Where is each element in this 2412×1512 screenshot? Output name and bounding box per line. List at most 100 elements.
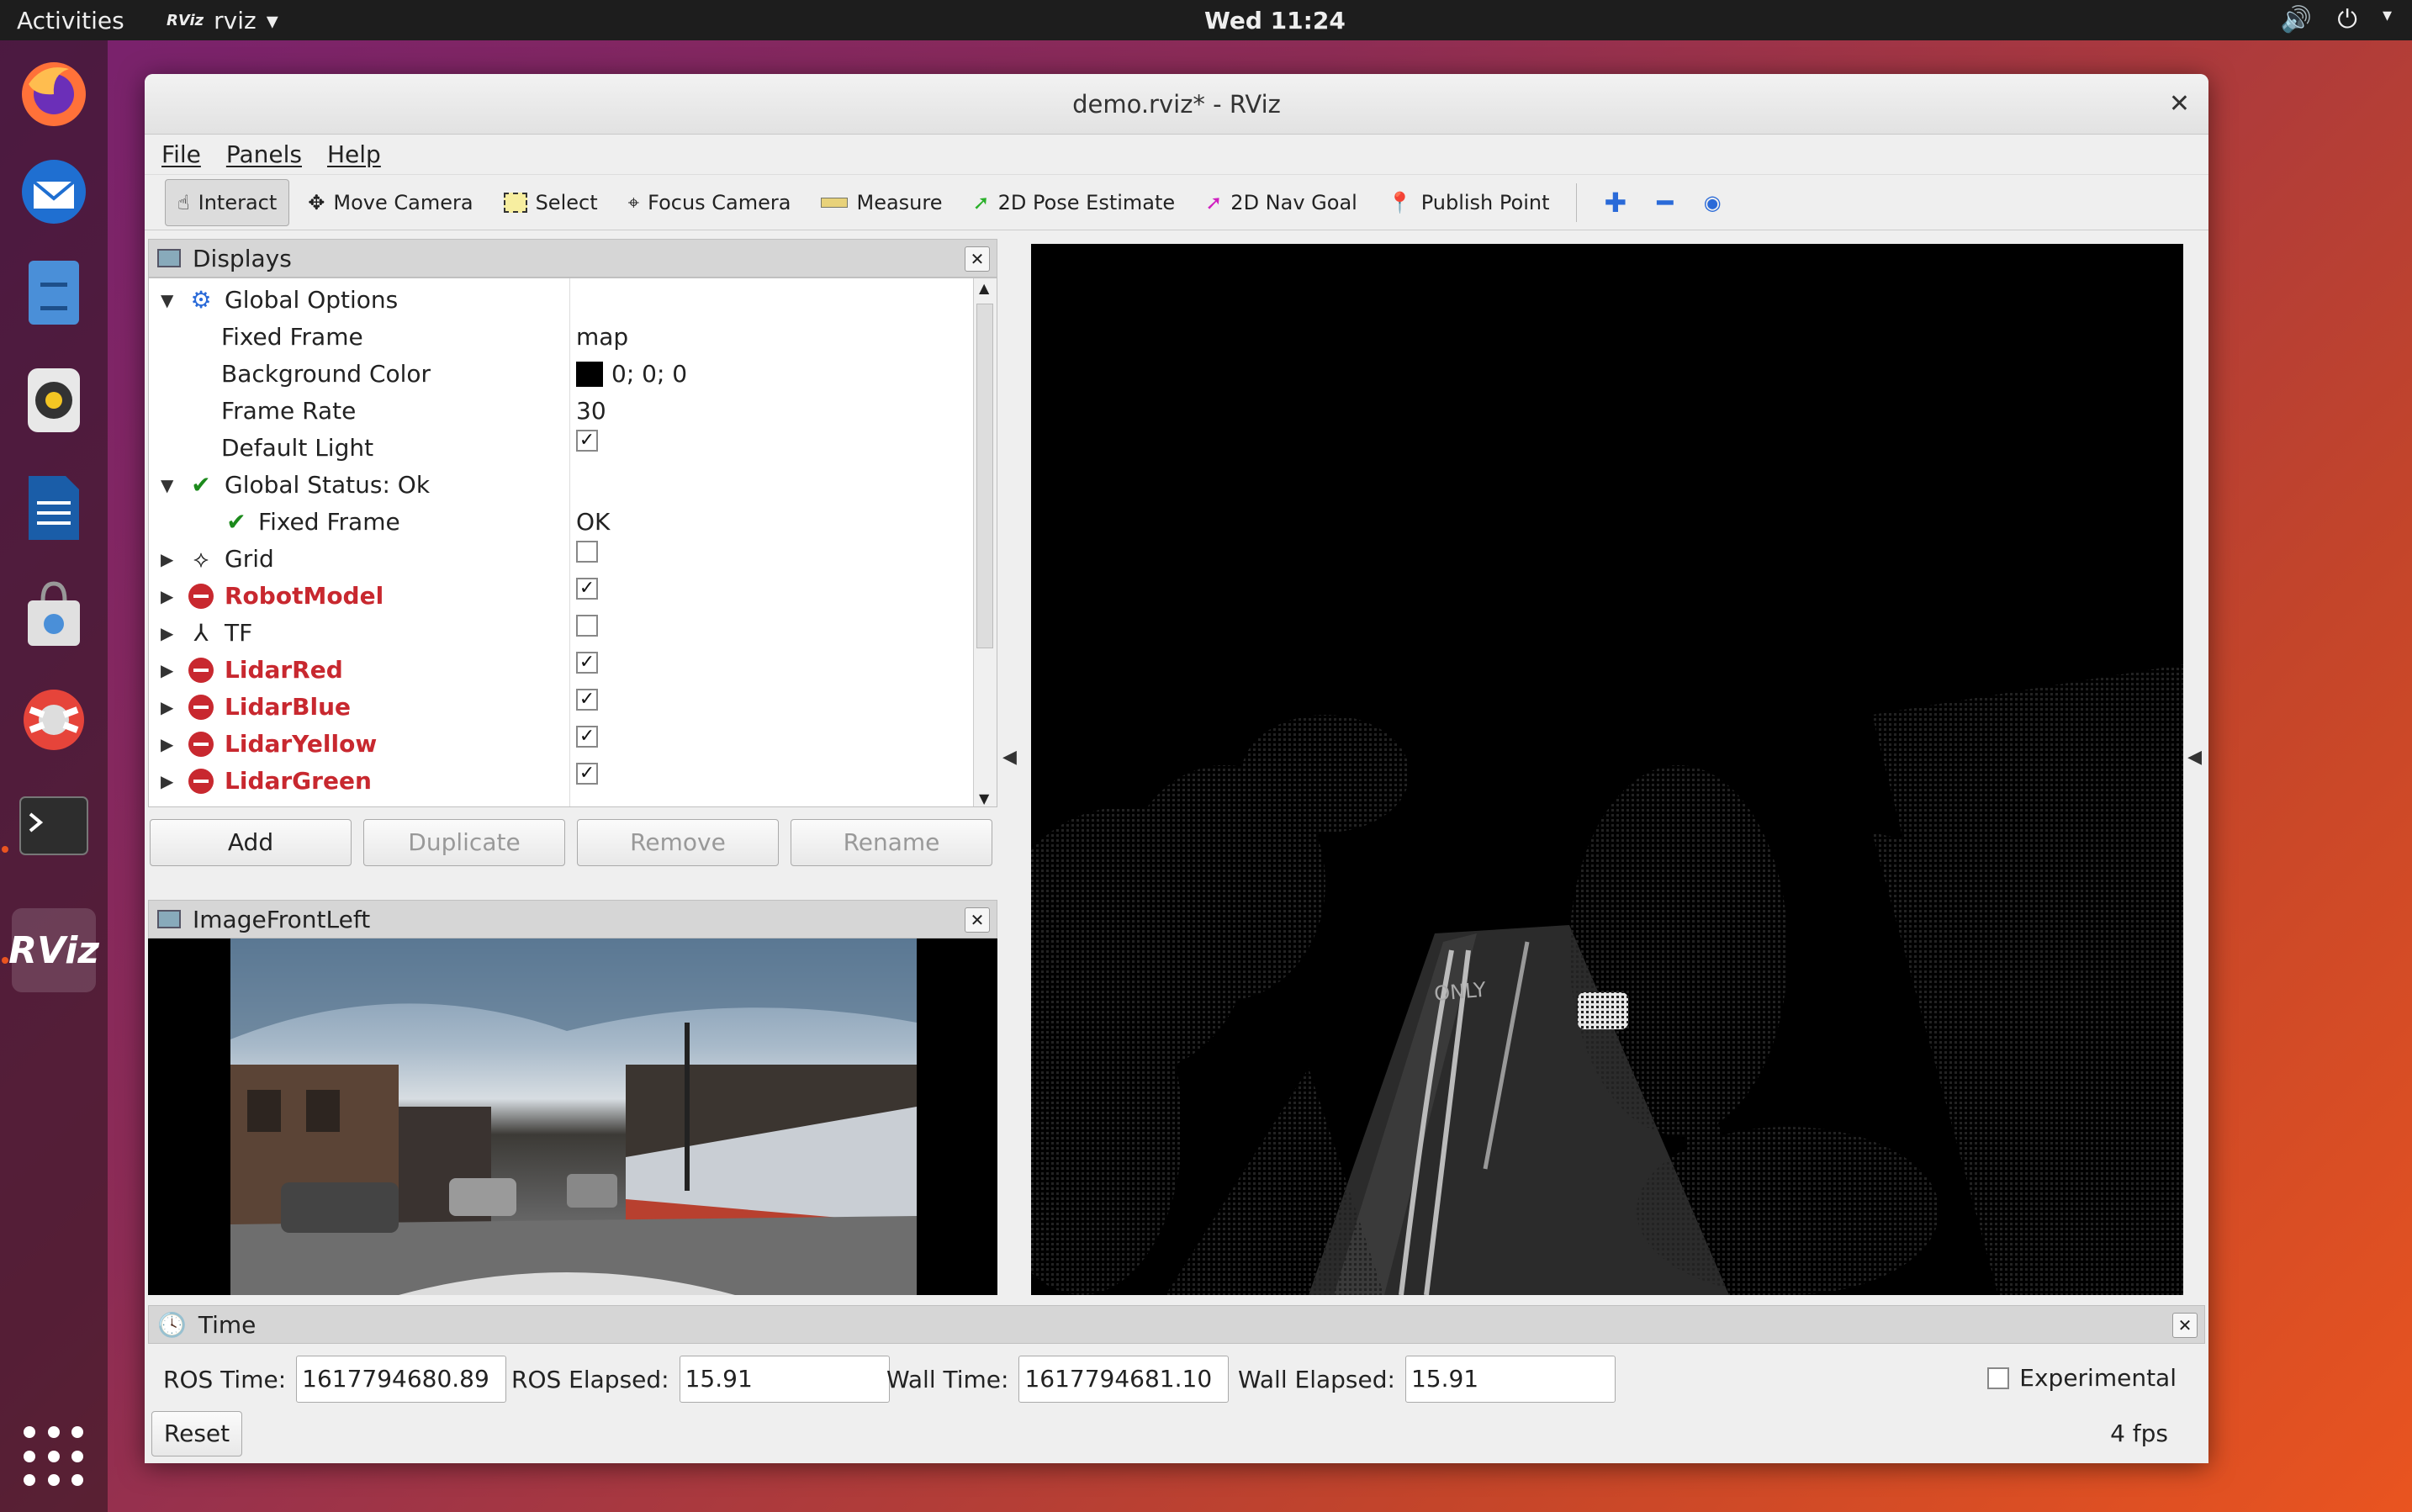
scroll-thumb[interactable] bbox=[976, 304, 993, 648]
expand-arrow-icon[interactable]: ▶ bbox=[161, 541, 173, 578]
files-icon[interactable] bbox=[12, 251, 96, 335]
displays-panel: Displays ✕ ▼ ⚙ Global Options Fixed Fram… bbox=[148, 239, 997, 895]
app-menu[interactable]: RViz rviz ▾ bbox=[167, 7, 278, 34]
expand-arrow-icon[interactable]: ▶ bbox=[161, 726, 173, 763]
expand-arrow-icon[interactable]: ▶ bbox=[161, 763, 173, 800]
power-icon[interactable]: ⏻ bbox=[2337, 5, 2357, 34]
tree-row-lidar-green[interactable]: ▶ LidarGreen ✓ bbox=[149, 763, 973, 800]
tree-scrollbar[interactable]: ▲ ▼ bbox=[973, 278, 997, 806]
move-camera-tool[interactable]: ✥ Move Camera bbox=[296, 179, 484, 226]
tree-row-lidar-yellow[interactable]: ▶ LidarYellow ✓ bbox=[149, 726, 973, 763]
tree-row-lidar-red[interactable]: ▶ LidarRed ✓ bbox=[149, 652, 973, 689]
publish-point-tool[interactable]: 📍 Publish Point bbox=[1376, 179, 1562, 226]
chevron-down-icon[interactable]: ▾ bbox=[2383, 5, 2392, 34]
background-color-value[interactable]: 0; 0; 0 bbox=[576, 356, 687, 393]
global-status-label: Global Status: Ok bbox=[225, 471, 431, 499]
expand-arrow-icon[interactable]: ▶ bbox=[161, 689, 173, 726]
tree-row-tf[interactable]: ▶ ⅄ TF bbox=[149, 615, 973, 652]
clock-icon: 🕓 bbox=[157, 1310, 187, 1339]
nav-goal-tool[interactable]: ➚ 2D Nav Goal bbox=[1193, 179, 1369, 226]
pose-estimate-tool[interactable]: ➚ 2D Pose Estimate bbox=[960, 179, 1187, 226]
menu-file[interactable]: File bbox=[161, 140, 201, 168]
duplicate-button[interactable]: Duplicate bbox=[363, 819, 565, 866]
tree-row-frame-rate[interactable]: Frame Rate 30 bbox=[149, 393, 973, 430]
experimental-label: Experimental bbox=[2019, 1364, 2177, 1392]
select-tool[interactable]: Select bbox=[492, 179, 610, 226]
help-icon[interactable] bbox=[12, 678, 96, 762]
tree-row-lidar-blue[interactable]: ▶ LidarBlue ✓ bbox=[149, 689, 973, 726]
tree-row-default-light[interactable]: Default Light ✓ bbox=[149, 430, 973, 467]
tree-row-robot-model[interactable]: ▶ RobotModel ✓ bbox=[149, 578, 973, 615]
reset-button[interactable]: Reset bbox=[151, 1411, 242, 1456]
show-applications-icon[interactable] bbox=[24, 1426, 84, 1487]
running-indicator bbox=[2, 957, 8, 964]
remove-tool-button[interactable]: ━ bbox=[1645, 179, 1685, 226]
lidar-blue-checkbox[interactable]: ✓ bbox=[576, 689, 598, 711]
close-icon[interactable]: ✕ bbox=[965, 246, 990, 272]
focus-camera-tool[interactable]: ⌖ Focus Camera bbox=[616, 179, 803, 226]
thunderbird-icon[interactable] bbox=[12, 150, 96, 234]
terminal-icon[interactable] bbox=[12, 784, 96, 868]
collapse-right-icon[interactable]: ◀ bbox=[2187, 747, 2202, 768]
rename-button[interactable]: Rename bbox=[791, 819, 992, 866]
camera-image-view bbox=[148, 938, 997, 1295]
tree-row-grid[interactable]: ▶ ⟡ Grid bbox=[149, 541, 973, 578]
scroll-down-icon[interactable]: ▼ bbox=[979, 790, 989, 806]
ros-time-label: ROS Time: bbox=[163, 1365, 287, 1393]
collapse-left-icon[interactable]: ◀ bbox=[1002, 747, 1017, 768]
close-icon[interactable]: ✕ bbox=[2172, 1313, 2198, 1338]
rhythmbox-icon[interactable] bbox=[12, 358, 96, 442]
image-panel-header: ImageFrontLeft ✕ bbox=[148, 900, 997, 938]
remove-button[interactable]: Remove bbox=[577, 819, 779, 866]
frame-rate-value[interactable]: 30 bbox=[576, 393, 606, 430]
interact-tool[interactable]: ☝ Interact bbox=[165, 178, 290, 226]
tree-row-fixed-frame[interactable]: Fixed Frame map bbox=[149, 319, 973, 356]
wall-time-input[interactable]: 1617794681.10 bbox=[1018, 1356, 1230, 1403]
menu-panels[interactable]: Panels bbox=[226, 140, 302, 168]
rviz-icon[interactable]: RViz bbox=[8, 908, 99, 992]
background-color-label: Background Color bbox=[221, 360, 431, 388]
menu-help[interactable]: Help bbox=[327, 140, 381, 168]
ros-elapsed-input[interactable]: 15.91 bbox=[679, 1356, 890, 1403]
tree-row-global-options[interactable]: ▼ ⚙ Global Options bbox=[149, 282, 973, 319]
top-bar: Activities RViz rviz ▾ Wed 11:24 🔊 ⏻ ▾ bbox=[0, 0, 2412, 40]
close-icon[interactable]: ✕ bbox=[2169, 74, 2190, 135]
expand-arrow-icon[interactable]: ▶ bbox=[161, 615, 173, 652]
tree-row-status-fixed-frame[interactable]: ✔ Fixed Frame OK bbox=[149, 504, 973, 541]
firefox-icon[interactable] bbox=[12, 52, 96, 136]
system-tray[interactable]: 🔊 ⏻ ▾ bbox=[2281, 5, 2392, 34]
volume-icon[interactable]: 🔊 bbox=[2281, 5, 2312, 34]
robot-model-checkbox[interactable]: ✓ bbox=[576, 578, 598, 600]
tool-properties-button[interactable]: ◉ bbox=[1692, 179, 1733, 226]
add-button[interactable]: Add bbox=[150, 819, 352, 866]
clock[interactable]: Wed 11:24 bbox=[1204, 7, 1346, 34]
tf-checkbox[interactable] bbox=[576, 615, 598, 637]
experimental-option[interactable]: Experimental bbox=[1987, 1364, 2177, 1392]
add-tool-button[interactable]: ✚ bbox=[1592, 179, 1638, 226]
lidar-yellow-checkbox[interactable]: ✓ bbox=[576, 726, 598, 748]
lidar-red-checkbox[interactable]: ✓ bbox=[576, 652, 598, 674]
expand-arrow-icon[interactable]: ▼ bbox=[161, 282, 173, 319]
default-light-checkbox[interactable]: ✓ bbox=[576, 430, 598, 452]
ros-time-input[interactable]: 1617794680.89 bbox=[296, 1356, 507, 1403]
tree-row-background-color[interactable]: Background Color 0; 0; 0 bbox=[149, 356, 973, 393]
color-swatch[interactable] bbox=[576, 362, 603, 387]
pose-estimate-label: 2D Pose Estimate bbox=[997, 190, 1176, 214]
expand-arrow-icon[interactable]: ▶ bbox=[161, 578, 173, 615]
wall-elapsed-input[interactable]: 15.91 bbox=[1404, 1356, 1616, 1403]
lidar-green-checkbox[interactable]: ✓ bbox=[576, 763, 598, 785]
expand-arrow-icon[interactable]: ▶ bbox=[161, 652, 173, 689]
software-center-icon[interactable] bbox=[12, 572, 96, 656]
writer-icon[interactable] bbox=[12, 466, 96, 550]
scroll-up-icon[interactable]: ▲ bbox=[979, 280, 989, 296]
close-icon[interactable]: ✕ bbox=[965, 907, 990, 933]
experimental-checkbox[interactable] bbox=[1987, 1367, 2010, 1389]
title-bar[interactable]: demo.rviz* - RViz ✕ bbox=[145, 74, 2208, 135]
expand-arrow-icon[interactable]: ▼ bbox=[161, 467, 173, 504]
grid-checkbox[interactable] bbox=[576, 541, 598, 563]
tree-row-global-status[interactable]: ▼ ✔ Global Status: Ok bbox=[149, 467, 973, 504]
3d-render-view[interactable]: ONLY bbox=[1031, 244, 2183, 1295]
measure-tool[interactable]: Measure bbox=[809, 179, 954, 226]
fixed-frame-value[interactable]: map bbox=[576, 319, 628, 356]
activities-button[interactable]: Activities bbox=[17, 7, 124, 34]
